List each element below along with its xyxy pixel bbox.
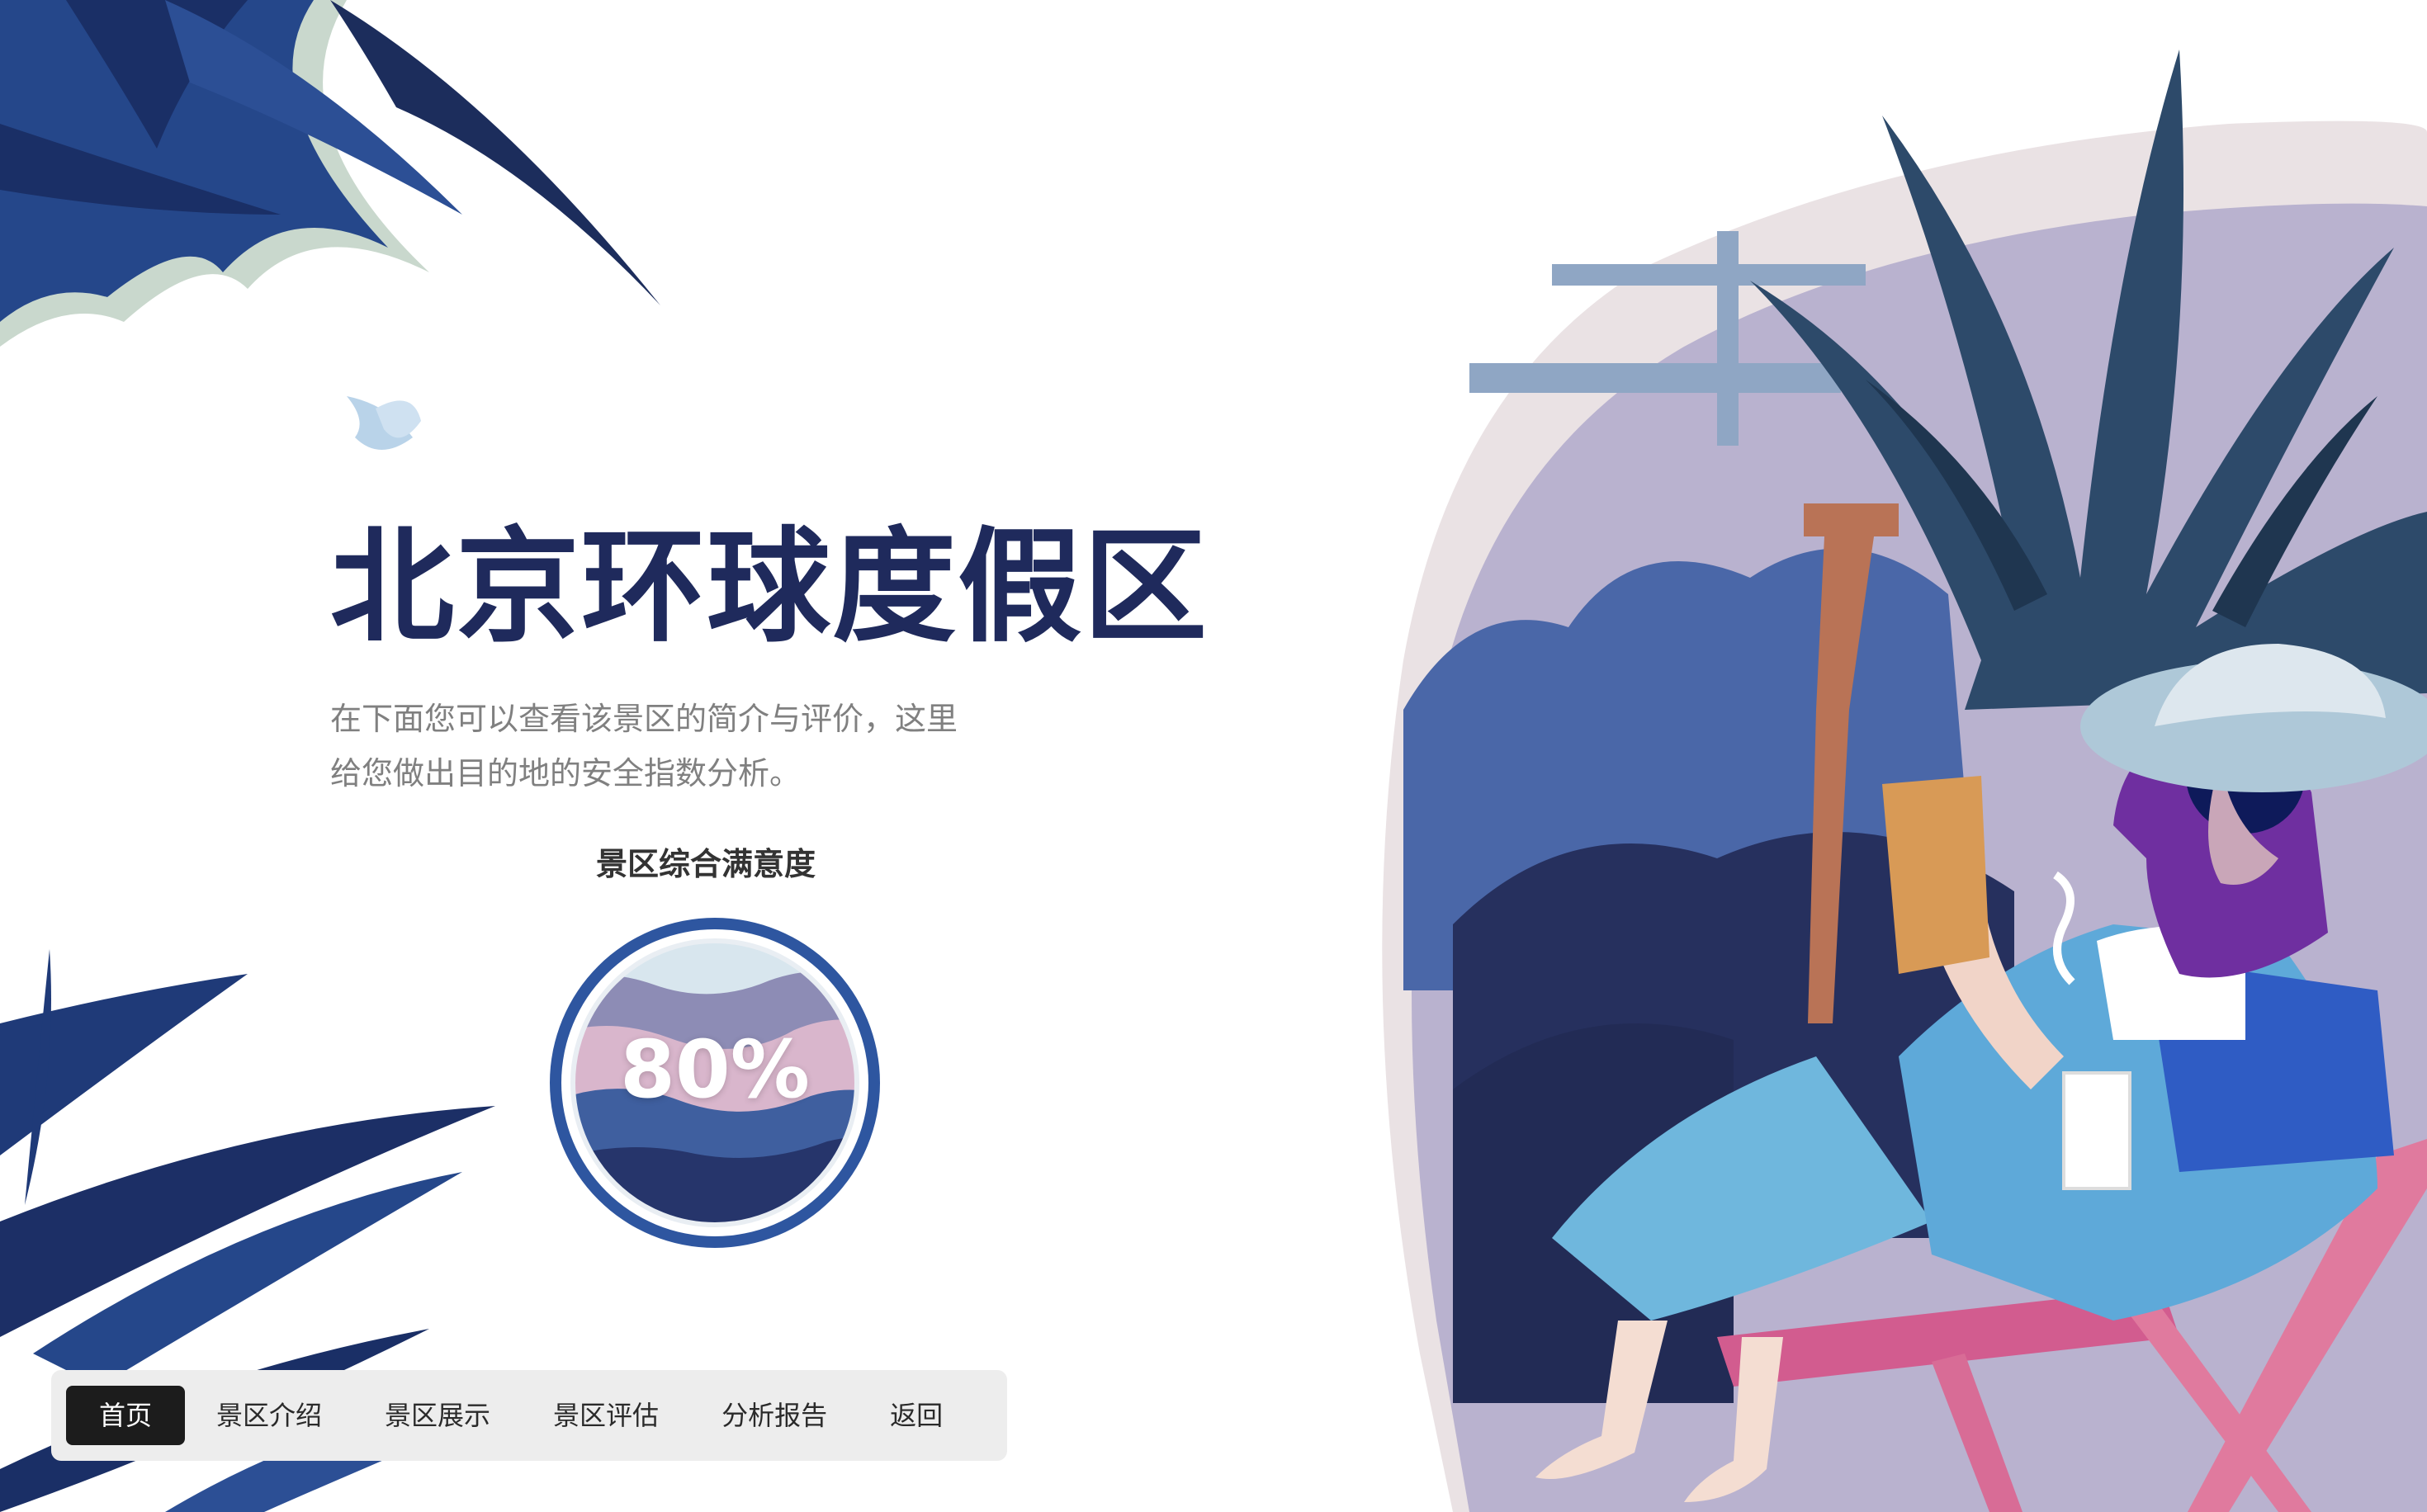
page-description-line-1: 在下面您可以查看该景区的简介与评价，这里 [330, 701, 958, 737]
nav-item-evaluation[interactable]: 景区评估 [522, 1386, 690, 1445]
nav-item-showcase[interactable]: 景区展示 [353, 1386, 522, 1445]
satisfaction-label: 景区综合满意度 [595, 846, 816, 882]
nav-item-back[interactable]: 返回 [859, 1386, 974, 1445]
page-description: 在下面您可以查看该景区的简介与评价，这里 给您做出目的地的安全指数分析。 [330, 692, 1057, 801]
nav-item-introduction[interactable]: 景区介绍 [185, 1386, 353, 1445]
page-title: 北京环球度假区 [330, 516, 1209, 659]
satisfaction-value: 80% [620, 1023, 810, 1116]
page-description-line-2: 给您做出目的地的安全指数分析。 [330, 755, 802, 791]
bottom-nav-bar: 首页 景区介绍 景区展示 景区评估 分析报告 返回 [51, 1370, 1007, 1461]
landing-page: 北京环球度假区 在下面您可以查看该景区的简介与评价，这里 给您做出目的地的安全指… [0, 0, 2427, 1512]
nav-item-home[interactable]: 首页 [66, 1386, 186, 1445]
nav-item-analysis-report[interactable]: 分析报告 [690, 1386, 859, 1445]
satisfaction-gauge: 80% [546, 914, 883, 1251]
